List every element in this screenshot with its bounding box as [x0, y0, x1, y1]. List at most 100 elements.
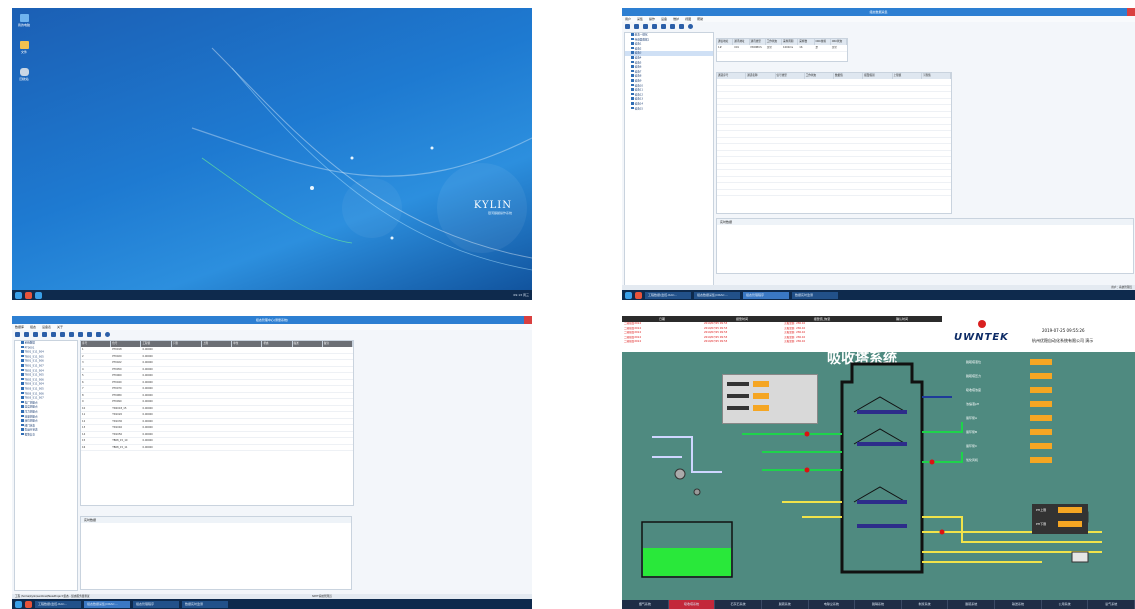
table-row[interactable]: 16 TB08_15_11 0.00000 — [81, 445, 353, 451]
table-cell — [834, 99, 863, 105]
toolbar-icon[interactable] — [15, 331, 20, 337]
toolbar-icon[interactable] — [670, 23, 675, 29]
table-cell — [172, 347, 202, 353]
control-button[interactable] — [753, 381, 769, 387]
close-icon[interactable] — [524, 316, 532, 324]
taskbar-clock[interactable]: 09:13 周三 — [513, 293, 532, 297]
table-cell — [323, 406, 353, 412]
measurement-value[interactable] — [1030, 401, 1052, 407]
table-row[interactable] — [717, 190, 951, 196]
device-tree[interactable]: 组态一键化 传感器数据1 设备1 设备2 设备3 设备4 设备5 设备6 设备7 设备8 设备9 设备… — [624, 32, 714, 288]
measurement-value[interactable] — [1030, 457, 1052, 463]
toolbar-icon[interactable] — [42, 331, 47, 337]
hmi-tab[interactable]: 石灰石系统 — [715, 600, 762, 609]
taskbar-task[interactable]: 工程数据(监控-RAC… — [35, 600, 81, 608]
toolbar-icon[interactable] — [634, 23, 639, 29]
ph-lower-value[interactable] — [1058, 521, 1082, 527]
control-button[interactable] — [753, 405, 769, 411]
hmi-tab[interactable]: 输送系统 — [995, 600, 1042, 609]
table-cell — [202, 425, 232, 431]
browser-icon[interactable] — [35, 291, 42, 299]
help-icon[interactable] — [688, 23, 693, 29]
desktop-icon-computer[interactable]: 我的电脑 — [16, 14, 32, 27]
tag-tree[interactable]: 系统数据 PT0001 TB01_S11_S04 TB01_S11_S05 TB01_S… — [14, 340, 78, 591]
hmi-tab[interactable]: 氨气系统 — [1088, 600, 1135, 609]
table-cell — [172, 373, 202, 379]
alarm-row[interactable]: 二级报警2014 2019/07/25 09:53 无报警值: 236.10 — [622, 340, 942, 345]
window-title: 组态管理中心(测量系统) — [255, 318, 289, 322]
table-cell — [172, 419, 202, 425]
measurement-value[interactable] — [1030, 359, 1052, 365]
toolbar-icon[interactable] — [625, 23, 630, 29]
table-cell — [863, 164, 892, 170]
toolbar-icon[interactable] — [96, 331, 101, 337]
desktop-icon-trash[interactable]: 回收站 — [16, 68, 32, 81]
hmi-tab[interactable]: 脱硫系统 — [762, 600, 809, 609]
table-cell — [293, 380, 323, 386]
toolbar-icon[interactable] — [33, 331, 38, 337]
toolbar-icon[interactable] — [51, 331, 56, 337]
start-menu-icon[interactable] — [15, 600, 22, 608]
toolbar-icon[interactable] — [87, 331, 92, 337]
start-menu-icon[interactable] — [625, 291, 632, 299]
taskbar-task[interactable]: 组态管理程序 — [743, 291, 789, 299]
hmi-tab[interactable]: 电除尘系统 — [809, 600, 856, 609]
table-cell: 0.00000 — [142, 445, 153, 449]
taskbar-task[interactable]: 组态数据采集(ORAC… — [84, 600, 130, 608]
measurement-value[interactable] — [1030, 373, 1052, 379]
table-row[interactable]: 1# 001 MODBUS 正常 1000ms 16 是 正常 — [717, 45, 847, 52]
table-cell — [232, 425, 262, 431]
help-icon[interactable] — [105, 331, 110, 337]
toolbar-icon[interactable] — [652, 23, 657, 29]
hmi-tab[interactable]: 制浆系统 — [902, 600, 949, 609]
toolbar-icon[interactable] — [679, 23, 684, 29]
toolbar-icon[interactable] — [60, 331, 65, 337]
taskbar-task[interactable]: 组态数据采集(ORAC… — [694, 291, 740, 299]
taskbar-task[interactable]: 工程数据(监控-RAC… — [645, 291, 691, 299]
taskbar-task[interactable]: 组态管理程序 — [133, 600, 179, 608]
hmi-tab[interactable]: 脱硫系统 — [948, 600, 996, 609]
close-icon[interactable] — [1127, 8, 1135, 16]
taskbar-task[interactable]: 数据实时监测 — [182, 600, 228, 608]
table-cell — [776, 125, 805, 131]
table-cell: 9 — [82, 400, 84, 403]
measurement-value[interactable] — [1030, 443, 1052, 449]
toolbar-icon[interactable] — [643, 23, 648, 29]
table-cell: 11 — [82, 413, 86, 416]
toolbar-icon[interactable] — [78, 331, 83, 337]
table-cell — [172, 380, 202, 386]
toolbar-icon[interactable] — [69, 331, 74, 337]
table-cell — [172, 360, 202, 366]
file-manager-icon[interactable] — [635, 291, 642, 299]
table-cell — [746, 99, 775, 105]
hmi-tab[interactable]: 脱硝系统 — [855, 600, 902, 609]
file-manager-icon[interactable] — [25, 291, 32, 299]
control-button[interactable] — [753, 393, 769, 399]
measurement-value[interactable] — [1030, 387, 1052, 393]
tree-item[interactable]: 设备15 — [625, 107, 713, 112]
table-cell — [805, 170, 834, 176]
table-cell — [202, 380, 232, 386]
table-cell — [232, 367, 262, 373]
measurement-value[interactable] — [1030, 429, 1052, 435]
window-title: 组态数据采集 — [869, 10, 888, 14]
start-menu-icon[interactable] — [15, 291, 22, 299]
table-cell: 0.00000 — [142, 374, 153, 377]
table-cell — [717, 99, 746, 105]
hmi-tab[interactable]: 烟气系统 — [622, 600, 669, 609]
ph-upper-value[interactable] — [1058, 507, 1082, 513]
taskbar-task[interactable]: 数据实时监测 — [792, 291, 838, 299]
desktop-icon-files[interactable]: 文件 — [16, 41, 32, 54]
table-cell — [776, 105, 805, 111]
file-manager-icon[interactable] — [25, 600, 32, 608]
hmi-tab[interactable]: 公用系统 — [1042, 600, 1089, 609]
realtime-detail-panel: 实时数据 — [80, 516, 352, 590]
tree-item[interactable]: 报警信息 — [15, 433, 77, 438]
table-cell — [232, 360, 262, 366]
table-cell — [922, 125, 951, 131]
measurement-value[interactable] — [1030, 415, 1052, 421]
toolbar-icon[interactable] — [661, 23, 666, 29]
alarm-light-icon[interactable] — [978, 320, 986, 328]
hmi-tab[interactable]: 吸收塔系统 — [668, 600, 716, 609]
toolbar-icon[interactable] — [24, 331, 29, 337]
